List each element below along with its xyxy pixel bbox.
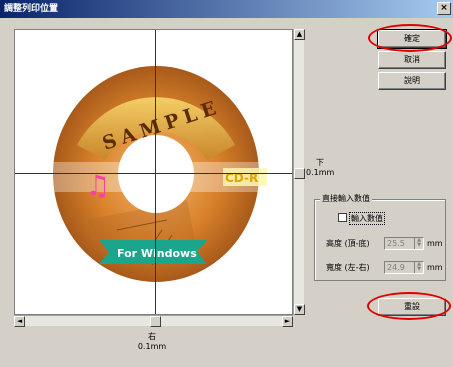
- vertical-scroll-thumb[interactable]: [294, 168, 305, 179]
- ok-button[interactable]: 確定: [377, 29, 447, 49]
- height-label: 高度 (頂-底): [326, 239, 370, 248]
- enter-values-checkbox[interactable]: [338, 213, 347, 222]
- scrollbar-corner: [293, 315, 304, 326]
- horizontal-offset-direction: 右: [148, 332, 156, 341]
- disc-preview[interactable]: ♫ CD-R For Windows SAMPLE: [14, 29, 293, 315]
- help-button[interactable]: 說明: [378, 72, 446, 90]
- vertical-offset-value: 0.1mm: [306, 168, 335, 177]
- height-unit: mm: [427, 239, 443, 248]
- horizontal-scrollbar[interactable]: ◄ ►: [14, 315, 293, 327]
- width-spinner[interactable]: 24.9 ▲ ▼: [384, 261, 424, 274]
- width-spin-arrows[interactable]: ▲ ▼: [414, 262, 423, 273]
- cancel-button[interactable]: 取消: [378, 51, 446, 69]
- vertical-scrollbar[interactable]: ▲ ▼: [293, 29, 305, 315]
- vertical-offset-direction: 下: [316, 158, 324, 167]
- height-spin-arrows[interactable]: ▲ ▼: [414, 238, 423, 249]
- disc-graphic: ♫ CD-R For Windows SAMPLE: [53, 66, 267, 282]
- horizontal-offset-value: 0.1mm: [137, 342, 167, 351]
- horizontal-offset-readout: 右 0.1mm: [134, 332, 170, 352]
- adjust-print-position-dialog: 調整列印位置 × ♫ CD-R For Windows SAMPLE ▲ ▼ ◄…: [0, 0, 453, 367]
- enter-values-checkbox-label[interactable]: 輸入數值: [349, 212, 385, 225]
- horizontal-scroll-thumb[interactable]: [150, 316, 161, 327]
- scroll-down-button[interactable]: ▼: [294, 304, 305, 315]
- width-label: 寬度 (左-右): [326, 263, 370, 272]
- window-title: 調整列印位置: [4, 4, 59, 14]
- disc-label-image: ♫ CD-R For Windows SAMPLE: [47, 50, 269, 284]
- reset-button[interactable]: 重設: [378, 298, 446, 316]
- for-windows-banner: For Windows: [117, 247, 197, 260]
- title-bar: 調整列印位置 ×: [0, 0, 453, 18]
- height-spinner[interactable]: 25.5 ▲ ▼: [384, 237, 424, 250]
- close-button[interactable]: ×: [437, 2, 451, 15]
- horizontal-guide-line: [15, 173, 292, 174]
- width-unit: mm: [427, 263, 443, 272]
- vertical-offset-readout: 下 0.1mm: [306, 158, 334, 178]
- width-value: 24.9: [387, 263, 405, 272]
- height-value: 25.5: [387, 239, 405, 248]
- scroll-up-button[interactable]: ▲: [294, 29, 305, 40]
- scroll-left-button[interactable]: ◄: [14, 316, 25, 327]
- scroll-right-button[interactable]: ►: [282, 316, 293, 327]
- direct-input-group-title: 直接輸入數值: [320, 193, 372, 204]
